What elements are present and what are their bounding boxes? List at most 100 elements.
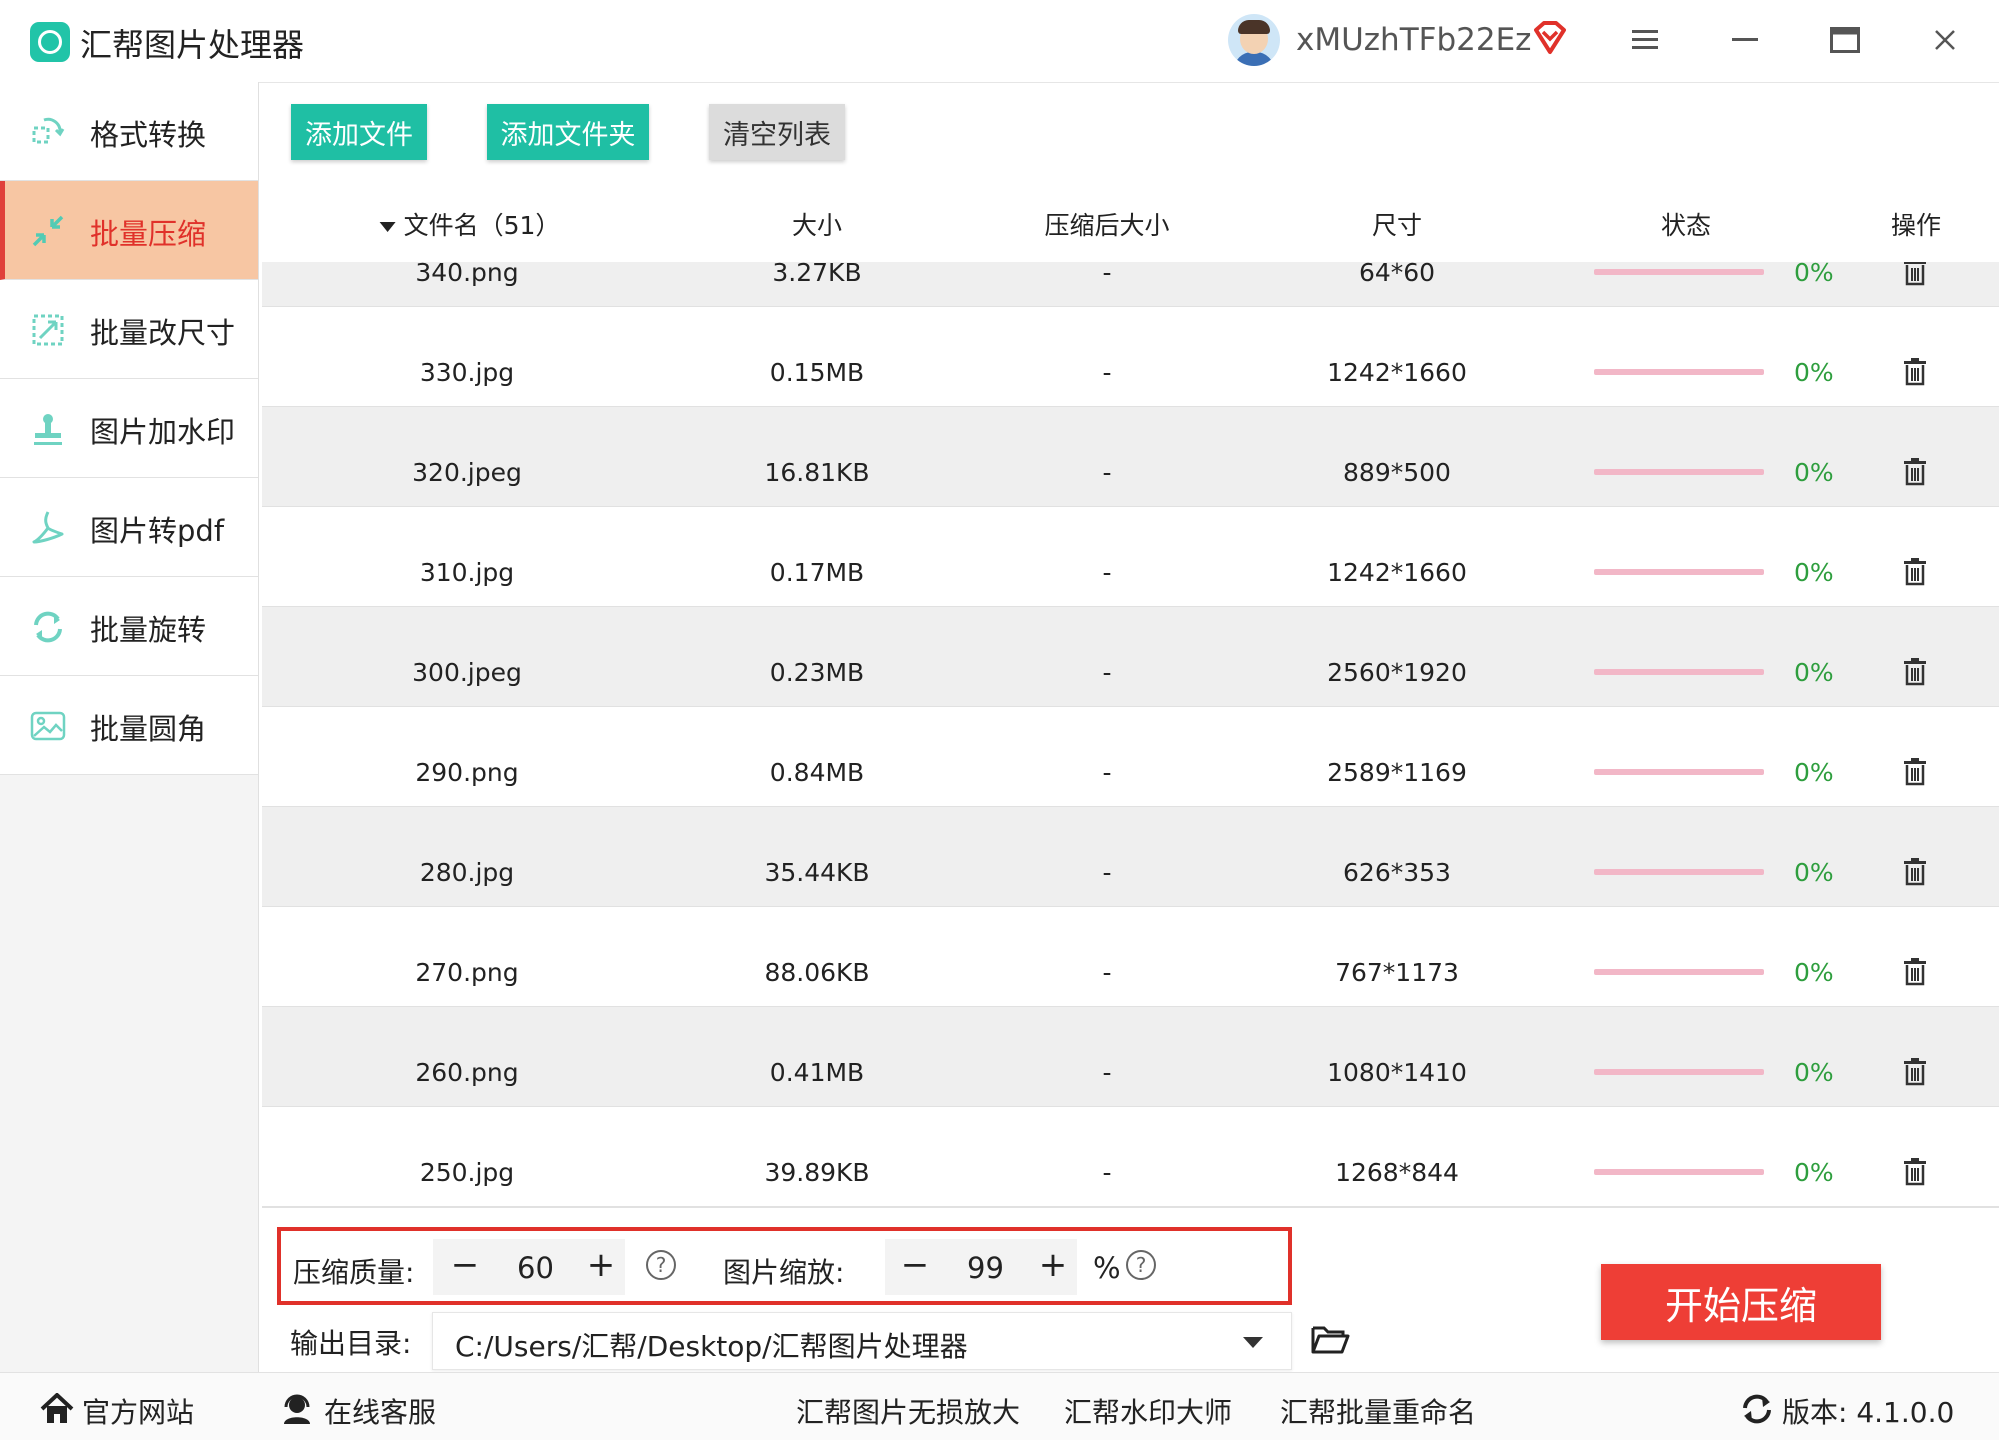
customer-service-icon [284,1394,310,1424]
file-dimensions: 1080*1410 [1327,1058,1467,1087]
progress-percent: 0% [1794,758,1834,787]
scale-increase-button[interactable]: + [1033,1245,1073,1285]
footer-link-watermark-master[interactable]: 汇帮水印大师 [1064,1391,1232,1431]
trash-icon[interactable] [1902,857,1928,887]
refresh-icon[interactable] [1740,1393,1774,1425]
scale-help-icon[interactable]: ? [1125,1249,1157,1281]
quality-help-icon[interactable]: ? [645,1249,677,1281]
maximize-icon[interactable] [1827,22,1863,58]
file-dimensions: 1242*1660 [1327,558,1467,587]
footer-link-batch-rename[interactable]: 汇帮批量重命名 [1280,1391,1476,1431]
minimize-icon[interactable] [1727,22,1763,58]
size-header: 大小 [791,211,843,240]
sidebar-item-batch-rotate[interactable]: 批量旋转 [0,577,258,676]
file-size: 0.15MB [769,358,865,387]
progress-bar [1594,969,1764,975]
file-size: 88.06KB [764,958,870,987]
file-name: 270.png [415,958,519,987]
filename-header[interactable]: 文件名（51） [379,206,560,242]
compressed-size-header: 压缩后大小 [1044,211,1170,240]
trash-icon[interactable] [1902,1057,1928,1087]
svg-text:?: ? [1136,1253,1147,1277]
table-row[interactable]: 270.png 88.06KB - 767*1173 0% [262,907,1999,1008]
sidebar-item-label: 格式转换 [90,118,207,152]
table-row[interactable]: 330.jpg 0.15MB - 1242*1660 0% [262,307,1999,408]
scale-value[interactable]: 99 [967,1251,1004,1285]
file-dimensions: 1268*844 [1335,1158,1459,1187]
trash-icon[interactable] [1902,557,1928,587]
online-support-link[interactable]: 在线客服 [324,1391,436,1431]
sidebar-item-image-to-pdf[interactable]: 图片转pdf [0,478,258,577]
progress-percent: 0% [1794,458,1834,487]
folder-open-icon[interactable] [1310,1322,1350,1356]
progress-percent: 0% [1794,558,1834,587]
file-name: 300.jpeg [412,658,522,687]
quality-decrease-button[interactable]: − [445,1245,485,1285]
table-row[interactable]: 300.jpeg 0.23MB - 2560*1920 0% [262,607,1999,708]
output-dir-value: C:/Users/汇帮/Desktop/汇帮图片处理器 [455,1330,968,1363]
file-dimensions: 626*353 [1343,858,1451,887]
table-row[interactable]: 290.png 0.84MB - 2589*1169 0% [262,707,1999,808]
rounded-corner-icon [30,711,66,741]
app-logo-icon [30,22,70,62]
trash-icon[interactable] [1902,357,1928,387]
trash-icon[interactable] [1902,757,1928,787]
scale-decrease-button[interactable]: − [895,1245,935,1285]
trash-icon[interactable] [1902,1157,1928,1187]
compressed-size: - [1102,458,1112,487]
start-compress-button[interactable]: 开始压缩 [1601,1264,1881,1340]
file-dimensions: 2560*1920 [1327,658,1467,687]
progress-bar [1594,569,1764,575]
chevron-down-icon[interactable] [1243,1337,1263,1348]
sidebar-item-label: 批量旋转 [90,613,207,647]
home-icon [40,1393,74,1423]
file-dimensions: 889*500 [1343,458,1451,487]
add-folder-button[interactable]: 添加文件夹 [487,104,649,160]
compressed-size: - [1102,858,1112,887]
trash-icon[interactable] [1902,457,1928,487]
sidebar-item-format-convert[interactable]: 格式转换 [0,82,258,181]
file-dimensions: 2589*1169 [1327,758,1467,787]
avatar[interactable] [1228,14,1280,66]
file-dimensions: 767*1173 [1335,958,1459,987]
sidebar-item-label: 批量改尺寸 [90,316,236,350]
file-dimensions: 64*60 [1358,262,1436,287]
output-dir-select[interactable]: C:/Users/汇帮/Desktop/汇帮图片处理器 [432,1312,1292,1370]
footer-link-lossless-upscale[interactable]: 汇帮图片无损放大 [796,1391,1020,1431]
compressed-size: - [1102,1158,1112,1187]
quality-value[interactable]: 60 [517,1251,554,1285]
sidebar-item-watermark[interactable]: 图片加水印 [0,379,258,478]
progress-bar [1594,369,1764,375]
trash-icon[interactable] [1902,262,1928,287]
progress-percent: 0% [1794,1058,1834,1087]
add-file-button[interactable]: 添加文件 [291,104,427,160]
table-row[interactable]: 320.jpeg 16.81KB - 889*500 0% [262,407,1999,508]
progress-percent: 0% [1794,358,1834,387]
sidebar-item-batch-resize[interactable]: 批量改尺寸 [0,280,258,379]
sidebar-item-rounded-corners[interactable]: 批量圆角 [0,676,258,775]
table-row[interactable]: 310.jpg 0.17MB - 1242*1660 0% [262,507,1999,608]
pdf-icon [32,511,64,544]
sort-down-icon [379,222,396,232]
clear-list-button[interactable]: 清空列表 [709,104,845,160]
trash-icon[interactable] [1902,957,1928,987]
table-row[interactable]: 250.jpg 39.89KB - 1268*844 0% [262,1107,1999,1208]
table-row[interactable]: 280.jpg 35.44KB - 626*353 0% [262,807,1999,908]
file-name: 250.jpg [419,1158,515,1187]
table-row[interactable]: 260.png 0.41MB - 1080*1410 0% [262,1007,1999,1108]
file-name: 290.png [415,758,519,787]
progress-bar [1594,1069,1764,1075]
sidebar-item-batch-compress[interactable]: 批量压缩 [0,181,258,280]
table-row[interactable]: 340.png 3.27KB - 64*60 0% [262,262,1999,308]
vip-diamond-icon[interactable] [1532,20,1568,56]
official-website-link[interactable]: 官方网站 [82,1391,194,1431]
sidebar: 格式转换 批量压缩 批量改尺寸 图片加水印 图片转pdf 批量旋转 批量圆角 [0,82,259,1372]
version-label: 版本: 4.1.0.0 [1782,1396,1955,1429]
file-size: 0.84MB [769,758,865,787]
username[interactable]: xMUzhTFb22Ez [1296,22,1531,58]
quality-increase-button[interactable]: + [581,1245,621,1285]
close-icon[interactable] [1927,22,1963,58]
file-dimensions: 1242*1660 [1327,358,1467,387]
trash-icon[interactable] [1902,657,1928,687]
menu-icon[interactable] [1627,22,1663,58]
